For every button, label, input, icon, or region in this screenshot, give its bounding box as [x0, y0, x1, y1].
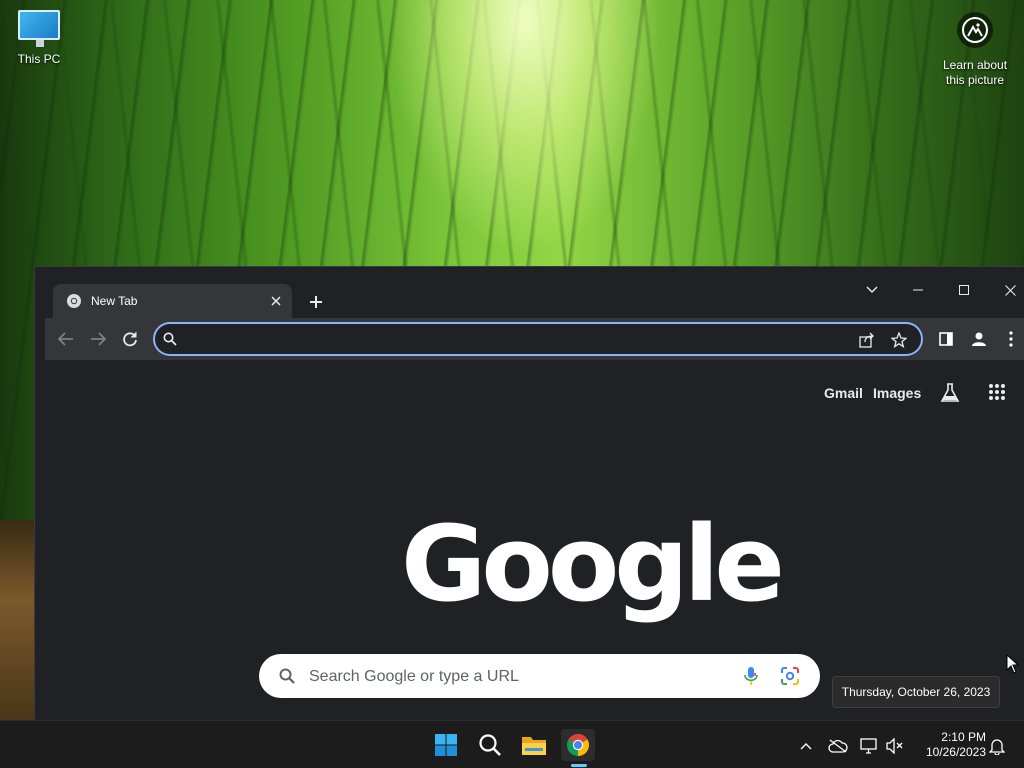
side-panel-icon [939, 332, 953, 346]
tab-new-tab[interactable]: New Tab [53, 284, 292, 318]
file-explorer-icon [522, 737, 546, 755]
google-search-input[interactable] [309, 666, 709, 688]
start-button[interactable] [429, 729, 463, 761]
new-tab-button[interactable] [305, 291, 327, 313]
taskbar-search-button[interactable] [473, 729, 507, 761]
chevron-down-icon [866, 286, 878, 293]
windows-start-icon [435, 734, 457, 756]
forward-button[interactable] [86, 327, 110, 351]
desktop-icon-label: This PC [17, 52, 61, 66]
kebab-menu-icon [1009, 331, 1013, 347]
network-icon [860, 738, 877, 754]
reload-button[interactable] [118, 327, 142, 351]
side-panel-button[interactable] [934, 327, 958, 351]
google-logo: Google [401, 503, 785, 625]
tab-title: New Tab [91, 294, 138, 308]
share-button[interactable] [857, 330, 877, 350]
search-icon [163, 332, 177, 346]
images-link[interactable]: Images [873, 385, 921, 401]
desktop-icon-this-pc[interactable]: This PC [10, 10, 68, 66]
microphone-icon [744, 667, 758, 685]
minimize-button[interactable] [903, 277, 933, 303]
tab-close-icon[interactable] [268, 293, 284, 309]
voice-search-button[interactable] [744, 666, 764, 686]
address-input[interactable] [185, 328, 825, 350]
chrome-window: New Tab Gmail Images Google Search Googl… [34, 266, 1024, 721]
chrome-taskbar-button[interactable] [561, 729, 595, 761]
bell-icon [989, 739, 1005, 755]
profile-icon [972, 332, 986, 346]
cloud-offline-icon [828, 739, 848, 753]
apps-button[interactable] [988, 383, 1008, 403]
close-window-button[interactable] [995, 277, 1024, 303]
gmail-link[interactable]: Gmail [824, 385, 863, 401]
monitor-icon [18, 10, 60, 47]
flask-icon [940, 383, 960, 402]
apps-grid-icon [989, 384, 1005, 400]
taskbar-clock[interactable]: 2:10 PM 10/26/2023 [912, 730, 986, 760]
spotlight-icon [957, 12, 993, 48]
active-app-indicator [571, 764, 587, 767]
show-hidden-icons-button[interactable] [795, 735, 817, 757]
close-icon [1004, 284, 1016, 296]
google-search-box[interactable] [259, 654, 820, 698]
taskbar: 2:10 PM 10/26/2023 [0, 720, 1024, 768]
tab-search-button[interactable] [857, 277, 887, 303]
menu-button[interactable] [999, 327, 1023, 351]
clock-date: 10/26/2023 [925, 745, 986, 759]
maximize-button[interactable] [949, 277, 979, 303]
date-tooltip: Thursday, October 26, 2023 [832, 676, 1000, 708]
chrome-favicon-icon [67, 294, 81, 308]
bookmark-button[interactable] [889, 330, 909, 350]
back-button[interactable] [54, 327, 78, 351]
browser-toolbar [45, 318, 1024, 360]
image-search-button[interactable] [780, 666, 800, 686]
share-icon [859, 332, 874, 348]
learn-about-picture[interactable]: Learn about this picture [938, 12, 1012, 88]
google-lens-icon [781, 667, 799, 685]
reload-icon [123, 332, 137, 347]
minimize-icon [913, 289, 923, 291]
notifications-button[interactable] [986, 735, 1008, 757]
file-explorer-button[interactable] [517, 729, 551, 761]
clock-time: 2:10 PM [941, 730, 986, 744]
maximize-icon [959, 285, 969, 295]
mouse-cursor-icon [1006, 654, 1020, 674]
arrow-right-icon [91, 332, 106, 346]
title-bar: New Tab [35, 267, 1024, 318]
search-icon [279, 668, 295, 684]
learn-about-picture-label: Learn about this picture [942, 58, 1008, 87]
arrow-left-icon [58, 332, 73, 346]
volume-button[interactable] [884, 735, 906, 757]
new-tab-page: Gmail Images Google [45, 360, 1024, 721]
network-button[interactable] [858, 735, 880, 757]
profile-button[interactable] [967, 327, 991, 351]
address-bar[interactable] [153, 322, 923, 356]
speaker-muted-icon [886, 738, 903, 754]
onedrive-button[interactable] [827, 735, 849, 757]
labs-button[interactable] [939, 382, 961, 404]
search-icon [479, 734, 501, 756]
chrome-icon [567, 734, 589, 756]
star-icon [891, 332, 907, 348]
chevron-up-icon [800, 743, 812, 750]
plus-icon [310, 296, 322, 308]
